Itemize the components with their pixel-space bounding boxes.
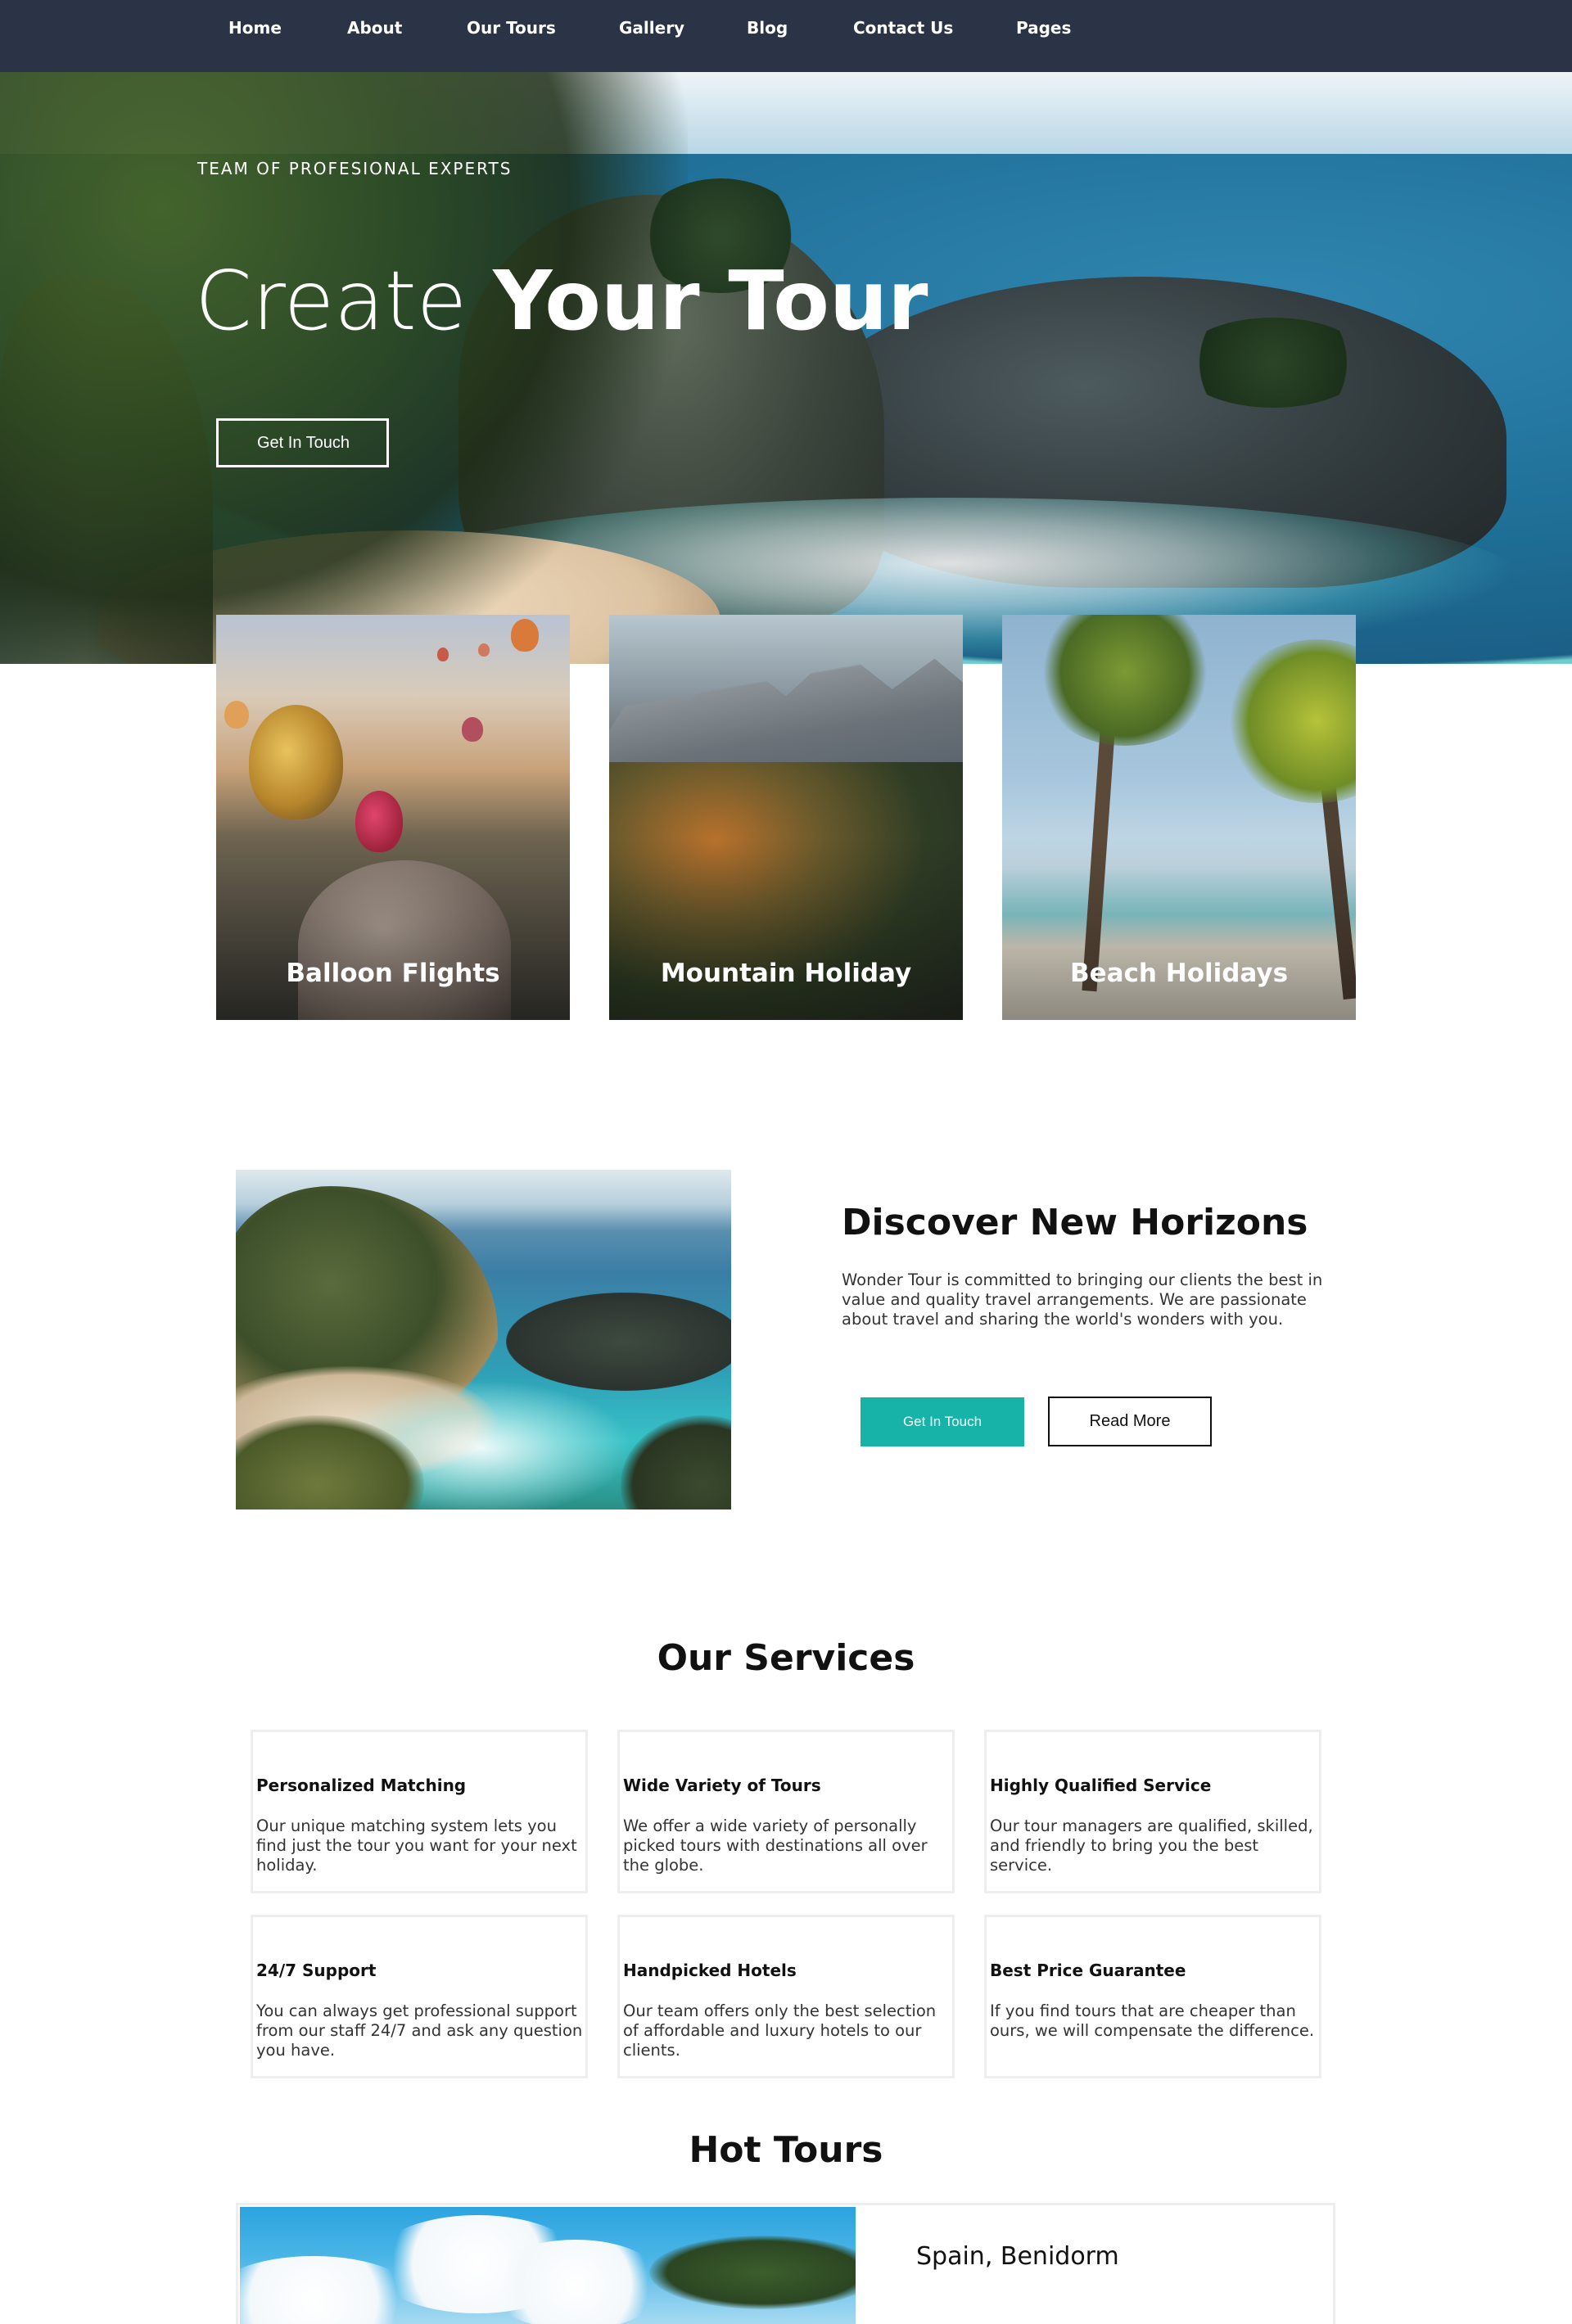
balloon-image — [462, 717, 483, 742]
balloon-image — [511, 619, 539, 652]
category-card-balloon-flights[interactable]: Balloon Flights — [216, 615, 570, 1020]
hot-tours-title: Hot Tours — [689, 2129, 883, 2171]
category-card-label: Beach Holidays — [1069, 959, 1289, 988]
service-text: Our unique matching system lets you find… — [256, 1816, 577, 1875]
tour-image — [240, 2207, 856, 2324]
hero-trees-image — [1179, 318, 1367, 408]
tour-name[interactable]: Spain, Benidorm — [916, 2242, 1119, 2271]
service-card: Wide Variety of Tours We offer a wide va… — [617, 1730, 955, 1893]
tour-card[interactable]: Spain, Benidorm — [236, 2203, 1335, 2324]
rock-image — [506, 1293, 731, 1391]
nav-pages[interactable]: Pages — [1016, 18, 1071, 38]
nav-our-tours[interactable]: Our Tours — [467, 18, 556, 38]
category-card-beach-holidays[interactable]: Beach Holidays — [1002, 615, 1356, 1020]
palm-leaves-image — [1035, 615, 1215, 746]
services-title: Our Services — [657, 1637, 915, 1679]
hero-get-in-touch-button[interactable]: Get In Touch — [216, 418, 389, 467]
service-card: Best Price Guarantee If you find tours t… — [984, 1915, 1321, 2078]
palm-leaves-image — [1223, 639, 1356, 803]
balloon-image — [478, 643, 490, 657]
nav-contact-us[interactable]: Contact Us — [853, 18, 953, 38]
get-in-touch-button[interactable]: Get In Touch — [861, 1397, 1024, 1446]
hero-title: Create Your Tour — [195, 260, 928, 342]
service-text: Our team offers only the best selection … — [623, 2001, 937, 2060]
card-overlay — [609, 837, 963, 1020]
nav-blog[interactable]: Blog — [747, 18, 788, 38]
service-title: Wide Variety of Tours — [623, 1776, 821, 1795]
service-card: Personalized Matching Our unique matchin… — [251, 1730, 588, 1893]
nav-gallery[interactable]: Gallery — [619, 18, 684, 38]
hero-kicker: TEAM OF PROFESIONAL EXPERTS — [197, 159, 513, 178]
hero-title-light: Create — [195, 253, 468, 349]
nav-about[interactable]: About — [347, 18, 402, 38]
balloon-image — [437, 648, 449, 661]
discover-coast-image — [236, 1170, 731, 1509]
service-title: Highly Qualified Service — [990, 1776, 1212, 1795]
service-text: We offer a wide variety of personally pi… — [623, 1816, 928, 1875]
category-card-label: Mountain Holiday — [660, 959, 912, 988]
hero-title-bold: Your Tour — [493, 253, 928, 349]
balloon-image — [249, 705, 343, 819]
category-card-mountain-holiday[interactable]: Mountain Holiday — [609, 615, 963, 1020]
cloud-image — [486, 2240, 666, 2324]
card-overlay — [1002, 837, 1356, 1020]
discover-title: Discover New Horizons — [842, 1202, 1308, 1243]
service-text: If you find tours that are cheaper than … — [990, 2001, 1315, 2040]
service-text: Our tour managers are qualified, skilled… — [990, 1816, 1313, 1875]
service-text: You can always get professional support … — [256, 2001, 583, 2060]
service-card: 24/7 Support You can always get professi… — [251, 1915, 588, 2078]
service-title: Personalized Matching — [256, 1776, 467, 1795]
category-card-label: Balloon Flights — [286, 959, 500, 988]
top-navigation: Home About Our Tours Gallery Blog Contac… — [0, 0, 1572, 72]
trees-image — [649, 2236, 856, 2309]
service-title: 24/7 Support — [256, 1961, 377, 1980]
balloon-image — [224, 701, 249, 729]
service-title: Best Price Guarantee — [990, 1961, 1186, 1980]
read-more-button[interactable]: Read More — [1048, 1397, 1212, 1446]
service-title: Handpicked Hotels — [623, 1961, 797, 1980]
card-overlay — [216, 837, 570, 1020]
discover-text: Wonder Tour is committed to bringing our… — [842, 1270, 1323, 1329]
service-card: Handpicked Hotels Our team offers only t… — [617, 1915, 955, 2078]
service-card: Highly Qualified Service Our tour manage… — [984, 1730, 1321, 1893]
nav-home[interactable]: Home — [228, 18, 282, 38]
